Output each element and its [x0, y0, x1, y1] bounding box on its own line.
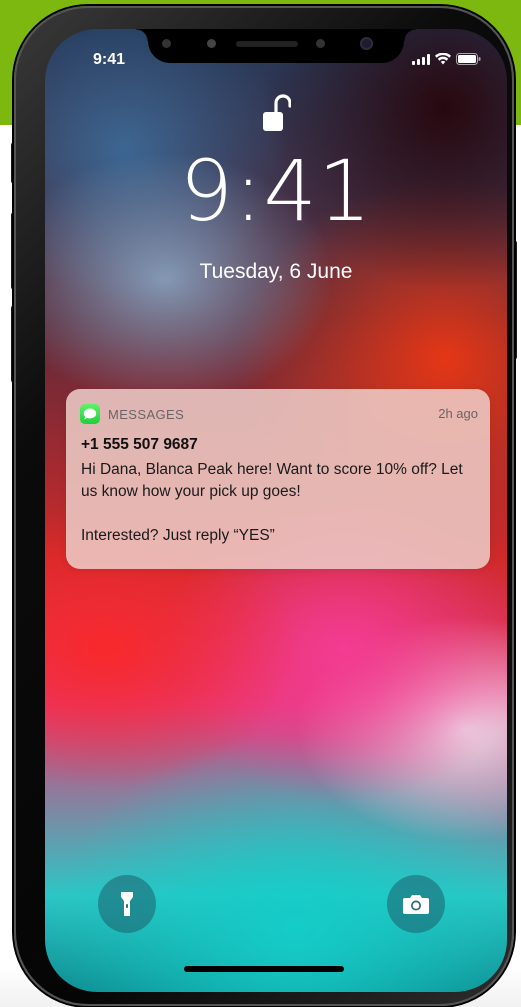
notification-app-name: MESSAGES [108, 406, 185, 422]
lock-open-icon [263, 94, 291, 131]
wifi-icon [435, 53, 451, 65]
signal-icon [412, 54, 430, 65]
messages-icon [80, 404, 100, 424]
lock-screen: 9:41 9:41 Tuesday, 6 June MESSAGES 2h ag… [45, 29, 507, 992]
lock-clock: 9:41 [179, 142, 373, 240]
flashlight-icon [121, 892, 133, 916]
sensor-dot [162, 39, 171, 48]
notch [136, 29, 416, 63]
lock-date: Tuesday, 6 June [199, 260, 353, 283]
speaker-grille [236, 41, 298, 47]
sensor-dot [316, 39, 325, 48]
page: 9:41 9:41 Tuesday, 6 June MESSAGES 2h ag… [0, 0, 521, 1007]
sensor-dot [207, 39, 216, 48]
notification-message-line: Interested? Just reply “YES” [81, 527, 275, 544]
battery-icon [456, 53, 481, 65]
notification-message-line: Hi Dana, Blanca Peak here! Want to score… [81, 461, 463, 500]
message-notification[interactable]: MESSAGES 2h ago +1 555 507 9687 Hi Dana,… [66, 389, 490, 569]
flashlight-button[interactable] [98, 875, 156, 933]
camera-icon [403, 895, 429, 914]
camera-button[interactable] [387, 875, 445, 933]
notification-body: Hi Dana, Blanca Peak here! Want to score… [81, 459, 481, 547]
home-indicator[interactable] [184, 966, 344, 972]
notification-sender: +1 555 507 9687 [81, 436, 198, 453]
notification-time: 2h ago [438, 406, 478, 421]
notification-header: MESSAGES 2h ago [80, 403, 478, 425]
status-icons [412, 53, 481, 65]
front-camera [360, 37, 373, 50]
status-time: 9:41 [93, 51, 126, 68]
phone-frame: 9:41 9:41 Tuesday, 6 June MESSAGES 2h ag… [14, 6, 514, 1006]
